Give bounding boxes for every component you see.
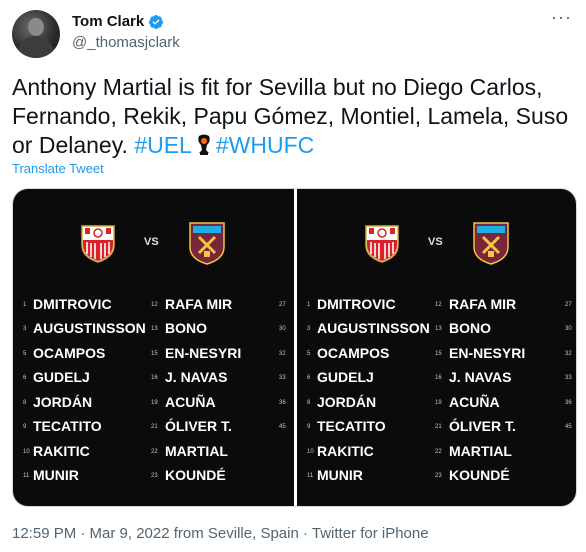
shirt-number: 8 — [307, 400, 311, 406]
sevilla-crest-icon — [365, 225, 399, 263]
player-name: RAFA MIR — [165, 296, 233, 312]
west-ham-crest-icon — [189, 222, 225, 265]
shirt-number: 1 — [23, 302, 27, 308]
shirt-number: 30 — [279, 326, 286, 332]
author-display-name[interactable]: Tom Clark — [72, 13, 144, 30]
shirt-number: 19 — [435, 400, 442, 406]
shirt-number: 15 — [151, 351, 158, 357]
shirt-number: 1 — [307, 302, 311, 308]
shirt-number: 22 — [435, 449, 442, 455]
shirt-number: 8 — [23, 400, 27, 406]
shirt-number: 9 — [307, 424, 311, 430]
shirt-number: 9 — [23, 424, 27, 430]
player-name: MUNIR — [317, 467, 363, 483]
player-name: RAFA MIR — [449, 296, 517, 312]
shirt-number: 23 — [151, 473, 158, 479]
player-name: RAKITIC — [33, 443, 90, 459]
verified-badge-icon — [149, 14, 164, 29]
player-name: TECATITO — [317, 418, 386, 434]
player-name: JORDÁN — [317, 394, 377, 410]
vs-label: VS — [428, 236, 443, 248]
shirt-number: 3 — [307, 326, 311, 332]
lineup-image-2[interactable]: VS 1 DMITROVIC 3 AUGUSTINSSON 5 OCAMPOS 6 GU… — [297, 189, 576, 506]
shirt-number: 33 — [565, 375, 572, 381]
player-name: J. NAVAS — [165, 369, 228, 385]
shirt-number: 13 — [435, 326, 442, 332]
player-name: AUGUSTINSSON — [33, 320, 146, 336]
player-name: DMITROVIC — [317, 296, 396, 312]
shirt-number: 27 — [565, 302, 572, 308]
player-name: ACUÑA — [165, 394, 216, 410]
player-name: ÓLIVER T. — [165, 418, 232, 434]
more-options-icon[interactable]: ··· — [551, 8, 572, 26]
hashtag-whufc[interactable]: #WHUFC — [216, 132, 314, 158]
player-name: BONO — [165, 320, 207, 336]
player-name: DMITROVIC — [33, 296, 112, 312]
shirt-number: 21 — [151, 424, 158, 430]
player-name: MARTIAL — [449, 443, 512, 459]
player-name: EN-NESYRI — [165, 345, 242, 361]
player-name: OCAMPOS — [317, 345, 390, 361]
tweet-timestamp[interactable]: 12:59 PM · Mar 9, 2022 from Seville, Spa… — [12, 525, 429, 542]
shirt-number: 6 — [307, 375, 311, 381]
player-name: OCAMPOS — [33, 345, 106, 361]
avatar-head — [28, 18, 44, 36]
player-name: JORDÁN — [33, 394, 93, 410]
shirt-number: 5 — [23, 351, 27, 357]
shirt-number: 36 — [279, 400, 286, 406]
player-name: MARTIAL — [165, 443, 228, 459]
europa-league-trophy-icon — [198, 134, 210, 155]
shirt-number: 30 — [565, 326, 572, 332]
shirt-number: 32 — [279, 351, 286, 357]
player-name: MUNIR — [33, 467, 79, 483]
shirt-number: 3 — [23, 326, 27, 332]
player-name: GUDELJ — [33, 369, 90, 385]
shirt-number: 45 — [279, 424, 286, 430]
lineup-image-1[interactable]: VS 1 DMITROVIC 3 AUGUSTINSSON 5 OCAMPOS 6 GU… — [13, 189, 294, 506]
shirt-number: 15 — [435, 351, 442, 357]
west-ham-crest-icon — [473, 222, 509, 265]
vs-label: VS — [144, 236, 159, 248]
player-name: TECATITO — [33, 418, 102, 434]
shirt-number: 45 — [565, 424, 572, 430]
hashtag-uel[interactable]: #UEL — [134, 132, 192, 158]
player-name: BONO — [449, 320, 491, 336]
avatar-shoulders — [18, 36, 54, 58]
shirt-number: 27 — [279, 302, 286, 308]
shirt-number: 10 — [23, 449, 30, 455]
player-name: GUDELJ — [317, 369, 374, 385]
shirt-number: 12 — [435, 302, 442, 308]
author-name-row: Tom Clark — [72, 13, 164, 30]
author-handle[interactable]: @_thomasjclark — [72, 34, 180, 51]
shirt-number: 36 — [565, 400, 572, 406]
shirt-number: 23 — [435, 473, 442, 479]
player-name: KOUNDÉ — [165, 467, 226, 483]
translate-tweet-link[interactable]: Translate Tweet — [12, 161, 104, 176]
shirt-number: 5 — [307, 351, 311, 357]
shirt-number: 10 — [307, 449, 314, 455]
shirt-number: 16 — [151, 375, 158, 381]
shirt-number: 11 — [23, 473, 30, 479]
shirt-number: 13 — [151, 326, 158, 332]
shirt-number: 22 — [151, 449, 158, 455]
player-name: ÓLIVER T. — [449, 418, 516, 434]
tweet-media[interactable]: VS 1 DMITROVIC 3 AUGUSTINSSON 5 OCAMPOS 6 GU… — [12, 188, 577, 507]
shirt-number: 19 — [151, 400, 158, 406]
player-name: J. NAVAS — [449, 369, 512, 385]
shirt-number: 11 — [307, 473, 314, 479]
player-name: AUGUSTINSSON — [317, 320, 430, 336]
shirt-number: 16 — [435, 375, 442, 381]
player-name: RAKITIC — [317, 443, 374, 459]
tweet-text: Anthony Martial is fit for Sevilla but n… — [12, 73, 574, 160]
sevilla-crest-icon — [81, 225, 115, 263]
shirt-number: 12 — [151, 302, 158, 308]
player-name: KOUNDÉ — [449, 467, 510, 483]
shirt-number: 32 — [565, 351, 572, 357]
shirt-number: 21 — [435, 424, 442, 430]
author-avatar[interactable] — [12, 10, 60, 58]
player-name: EN-NESYRI — [449, 345, 526, 361]
shirt-number: 33 — [279, 375, 286, 381]
shirt-number: 6 — [23, 375, 27, 381]
player-name: ACUÑA — [449, 394, 500, 410]
